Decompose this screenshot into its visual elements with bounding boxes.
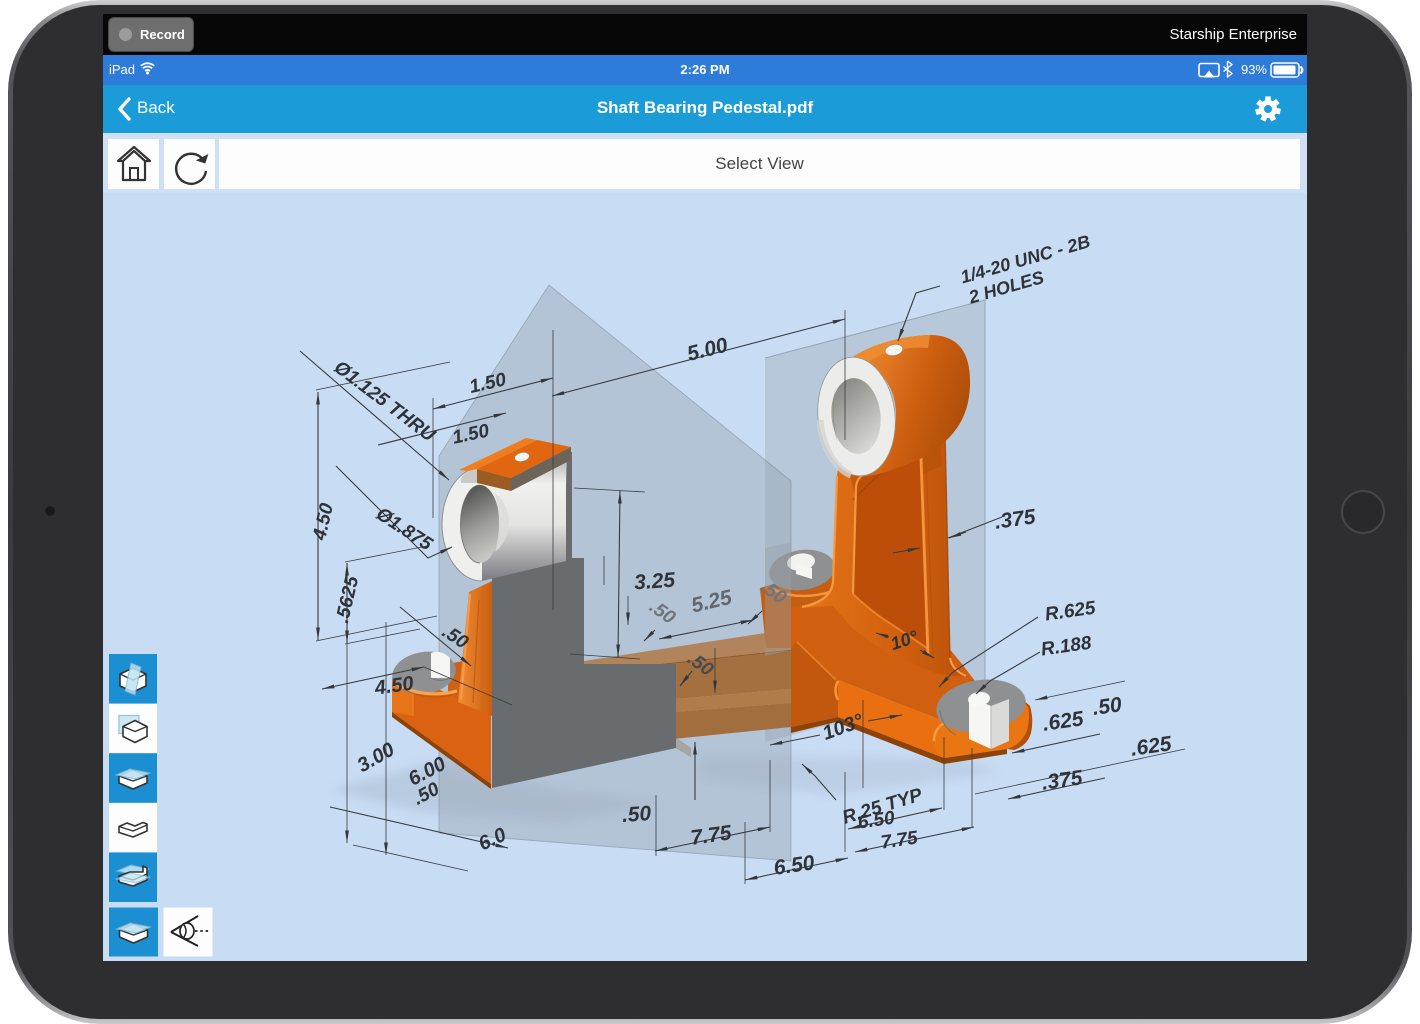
svg-text:3.25: 3.25 [633,569,676,595]
svg-text:.50: .50 [621,802,652,827]
svg-text:.50: .50 [1091,693,1123,720]
